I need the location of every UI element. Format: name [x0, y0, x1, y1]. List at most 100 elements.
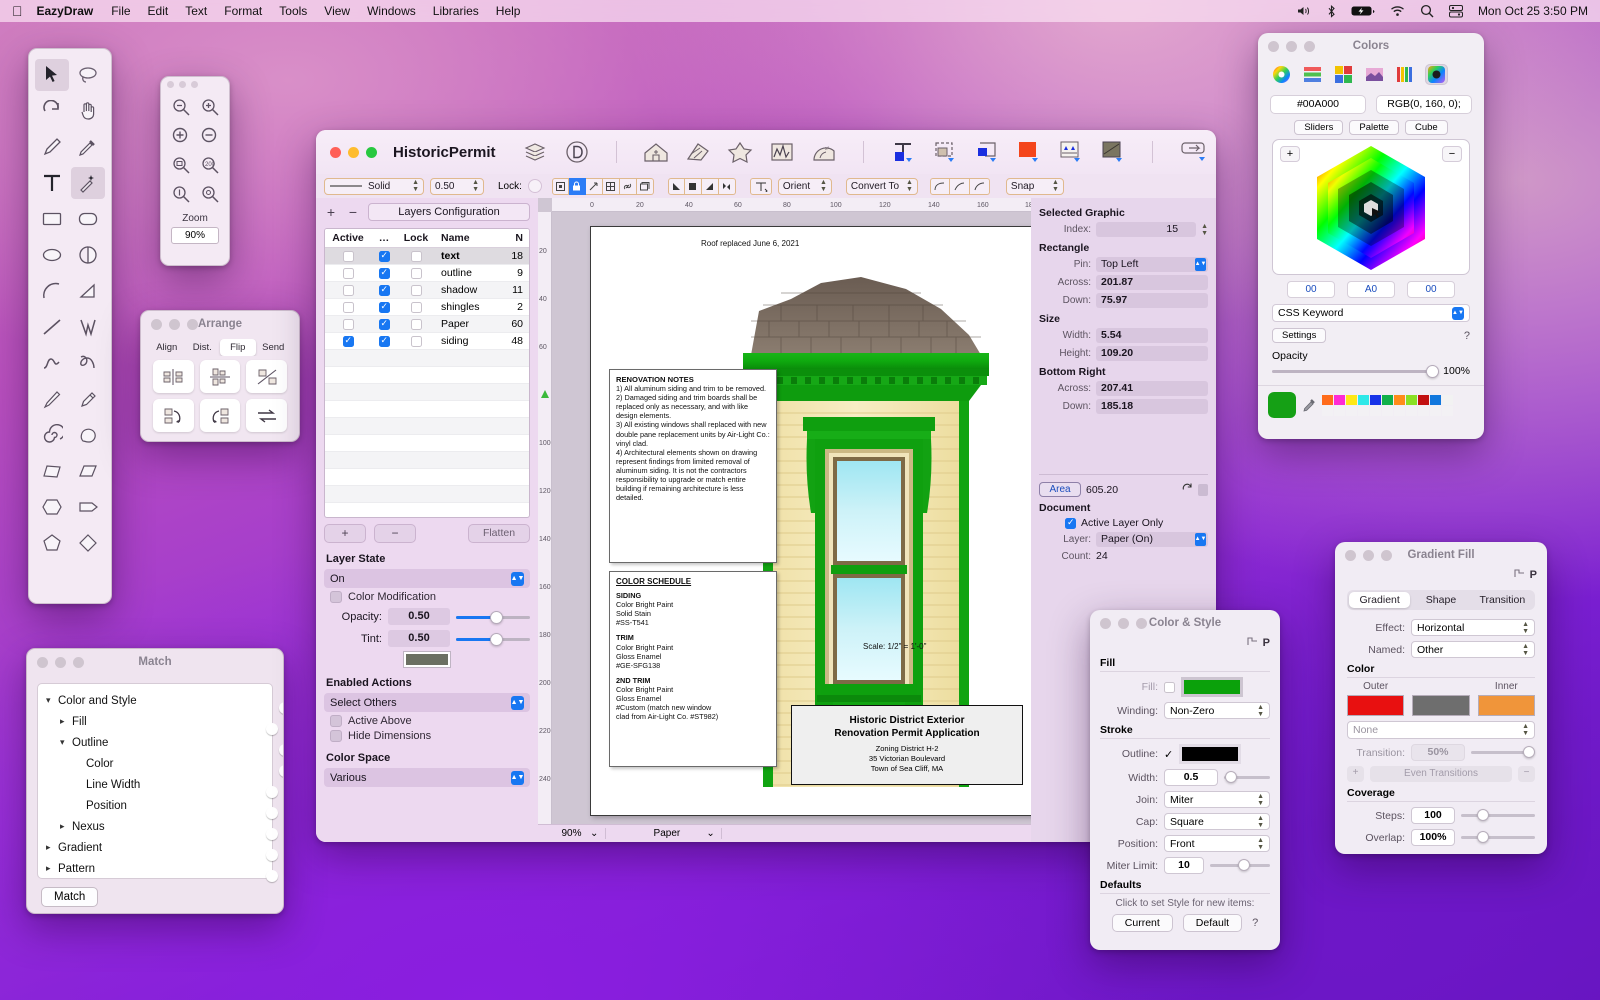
remove-layer-button-bottom[interactable]: −	[374, 524, 416, 543]
component-b[interactable]: 00	[1407, 281, 1455, 298]
vee-tool[interactable]	[71, 311, 105, 343]
cell-lock[interactable]	[397, 248, 435, 265]
width-value[interactable]: 5.54	[1096, 328, 1208, 343]
chevron-right-icon[interactable]: ▸	[46, 842, 58, 853]
pattern-icon[interactable]	[1100, 139, 1126, 165]
minimize-icon[interactable]	[348, 147, 359, 158]
export-icon[interactable]	[1179, 139, 1213, 165]
height-value[interactable]: 109.20	[1096, 346, 1208, 361]
enabled-action-popup[interactable]: Select Others ▲▼	[324, 693, 530, 712]
stepper-icon[interactable]: ▲▼	[1257, 704, 1264, 718]
fill-color-swatch[interactable]	[1181, 677, 1243, 697]
swatch[interactable]	[1394, 395, 1405, 405]
stepper-icon[interactable]: ▲▼	[511, 696, 524, 710]
minimize-icon[interactable]	[55, 657, 66, 668]
menu-item-edit[interactable]: Edit	[148, 4, 169, 18]
menu-app-name[interactable]: EazyDraw	[37, 4, 94, 18]
arrow-select-tool[interactable]	[35, 59, 69, 91]
stepper-icon[interactable]: ▲▼	[1052, 179, 1059, 193]
swatch[interactable]	[1322, 395, 1333, 405]
table-row[interactable]: shadow 11	[325, 282, 529, 299]
cell-visible[interactable]	[371, 265, 397, 282]
diamond-tool[interactable]	[71, 527, 105, 559]
swatch[interactable]	[1334, 406, 1345, 416]
chevron-down-icon[interactable]: ▾	[60, 737, 72, 748]
menu-item-format[interactable]: Format	[224, 4, 262, 18]
cell-lock[interactable]	[397, 282, 435, 299]
dimension-icon[interactable]	[932, 139, 958, 165]
col-visible[interactable]: …	[371, 229, 397, 248]
component-g[interactable]: A0	[1347, 281, 1395, 298]
minimize-icon[interactable]	[1286, 41, 1297, 52]
swatch[interactable]	[1322, 406, 1333, 416]
stepper-icon[interactable]: ▲▼	[1522, 643, 1529, 657]
rotate-ccw-icon[interactable]	[200, 399, 241, 432]
close-icon[interactable]	[1345, 550, 1356, 561]
drawing-sheet[interactable]: Roof replaced June 6, 2021 RENOVATION NO…	[590, 226, 1045, 816]
panel-letter-p[interactable]: P	[1263, 637, 1270, 649]
opacity-slider[interactable]	[456, 610, 530, 624]
visible-checkbox[interactable]	[379, 285, 390, 296]
curve-tool[interactable]	[35, 347, 69, 379]
horizontal-ruler[interactable]: 0 20 40 60 80 100 120 140 160 180	[552, 198, 1031, 212]
color-space-popup[interactable]: Various ▲▼	[324, 768, 530, 787]
match-row-gradient[interactable]: ▸Gradient	[46, 837, 264, 858]
swatch[interactable]	[1430, 395, 1441, 405]
zoom-selection-icon[interactable]	[196, 180, 223, 207]
text-tool-icon[interactable]	[890, 139, 916, 165]
image-palettes-icon[interactable]	[1363, 64, 1386, 85]
menu-item-view[interactable]: View	[324, 4, 350, 18]
match-row-line-width[interactable]: Line Width	[46, 774, 264, 795]
visible-checkbox[interactable]	[379, 251, 390, 262]
text-tool[interactable]	[35, 167, 69, 199]
cell-lock[interactable]	[397, 265, 435, 282]
color-sliders-icon[interactable]	[1301, 64, 1324, 85]
zoom-in-page-icon[interactable]	[196, 93, 223, 120]
table-row-empty[interactable]	[325, 350, 529, 367]
current-color-swatch[interactable]	[1268, 392, 1296, 418]
cell-active[interactable]	[325, 316, 371, 333]
miter-slider[interactable]	[1210, 859, 1270, 872]
transition-field[interactable]: 50%	[1411, 744, 1465, 761]
brush-tool[interactable]	[35, 383, 69, 415]
visible-checkbox[interactable]	[379, 268, 390, 279]
col-name[interactable]: Name	[435, 229, 503, 248]
br-across-value[interactable]: 207.41	[1096, 381, 1208, 396]
stepper-icon[interactable]: ▲▼	[820, 179, 827, 193]
blob-tool[interactable]	[71, 419, 105, 451]
title-block[interactable]: Historic District Exterior Renovation Pe…	[791, 705, 1023, 785]
layers-table[interactable]: Active … Lock Name N text 18	[324, 228, 530, 518]
layer-popup[interactable]: Paper (On)▲▼	[1096, 532, 1208, 547]
maximize-icon[interactable]	[73, 657, 84, 668]
color-palettes-icon[interactable]	[1332, 64, 1355, 85]
tab-palette[interactable]: Palette	[1349, 120, 1399, 135]
named-popup[interactable]: Other▲▼	[1411, 641, 1535, 658]
cell-name[interactable]: outline	[435, 265, 503, 282]
remove-layer-button[interactable]: −	[346, 204, 360, 220]
rounded-rect-tool[interactable]	[71, 203, 105, 235]
corner-tr-icon[interactable]	[702, 178, 719, 195]
arrange-tab-align[interactable]: Align	[149, 339, 185, 356]
origin-marker-icon[interactable]	[539, 388, 551, 400]
zoom-200-icon[interactable]: 200	[196, 151, 223, 178]
volume-icon[interactable]	[1297, 5, 1312, 17]
stepper-icon[interactable]: ▲▼	[1257, 793, 1264, 807]
renovation-notes-box[interactable]: RENOVATION NOTES 1) All aluminum siding …	[609, 369, 777, 563]
close-icon[interactable]	[330, 147, 341, 158]
protractor-icon[interactable]: x²	[811, 139, 837, 165]
graph-shape-icon[interactable]	[769, 139, 795, 165]
cell-name[interactable]: shadow	[435, 282, 503, 299]
cell-name[interactable]: text	[435, 248, 503, 265]
text-orient-icon[interactable]	[750, 178, 772, 195]
active-checkbox[interactable]	[343, 268, 354, 279]
chevron-down-icon[interactable]: ⌄	[590, 828, 598, 839]
stepper-icon[interactable]: ▲▼	[1452, 307, 1464, 320]
cell-name[interactable]: Paper	[435, 316, 503, 333]
minimize-icon[interactable]	[179, 81, 186, 88]
tint-slider[interactable]	[456, 632, 530, 646]
zoom-out-icon[interactable]	[196, 122, 223, 149]
add-transition-button[interactable]: +	[1347, 766, 1364, 782]
table-row-empty[interactable]	[325, 401, 529, 418]
palette-swatches[interactable]	[1322, 395, 1453, 416]
home-shape-icon[interactable]	[643, 139, 669, 165]
